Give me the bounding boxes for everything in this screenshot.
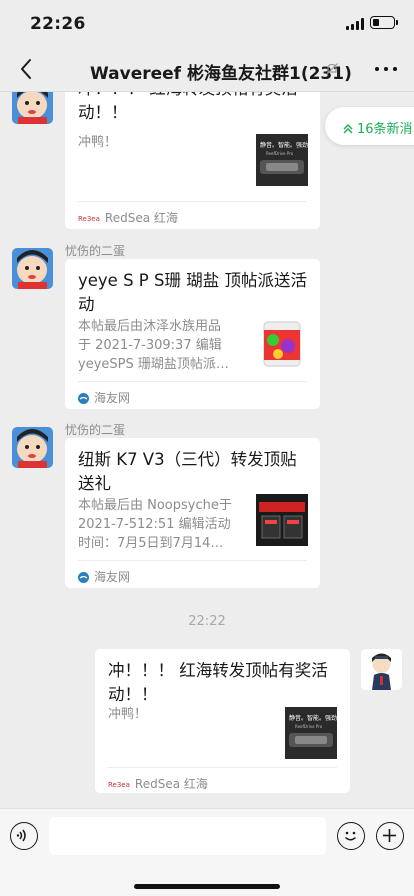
card-divider xyxy=(78,381,307,382)
plus-circle-icon xyxy=(383,829,396,842)
card-divider xyxy=(78,560,307,561)
card-desc: 于 2021-7-309:37 编辑 xyxy=(78,338,222,353)
card-divider xyxy=(78,201,307,202)
unread-messages-button[interactable]: 16条新消 xyxy=(325,107,414,145)
card-thumbnail: 静音。智能。强劲。 ReefDrive Pro xyxy=(285,707,337,759)
self-avatar[interactable] xyxy=(361,649,402,690)
card-source: Re3ea RedSea 红海 xyxy=(108,775,208,792)
card-desc: 时间：7月5日到7月14… xyxy=(78,536,224,551)
battery-level xyxy=(373,19,379,26)
card-thumbnail: 静音。智能。强劲。 ReefDrive Pro xyxy=(256,134,308,186)
link-card[interactable]: 纽斯 K7 V3（三代）转发顶贴送礼 本帖最后由 Noopsyche于 2021… xyxy=(65,438,320,588)
svg-text:静音。智能。强劲。: 静音。智能。强劲。 xyxy=(260,141,308,149)
card-desc: yeyeSPS 珊瑚盐顶帖派… xyxy=(78,357,229,372)
card-thumbnail xyxy=(258,316,306,368)
timestamp: 22:22 xyxy=(188,614,226,629)
link-card[interactable]: 冲！！！ 红海转发顶帖有奖活动！！ 冲鸭！ 静音。智能。强劲。 ReefDrive… xyxy=(65,92,320,229)
haiyou-logo-icon xyxy=(78,393,89,404)
card-source: 海友网 xyxy=(78,389,130,406)
emoji-button[interactable] xyxy=(337,822,365,850)
emoji-icon xyxy=(344,831,357,841)
home-indicator xyxy=(134,884,280,889)
signal-icon xyxy=(346,18,364,30)
status-bar: 22:26 xyxy=(0,0,414,46)
back-button[interactable] xyxy=(12,54,42,84)
card-desc: 2021-7-512:51 编辑活动 xyxy=(78,517,231,532)
card-thumbnail xyxy=(256,494,308,546)
bell-off-icon xyxy=(326,63,338,75)
nav-bar: Wavereef 彬海鱼友社群1(231) xyxy=(0,46,414,92)
card-desc: 冲鸭！ xyxy=(108,707,148,722)
svg-text:ReefDrive Pro: ReefDrive Pro xyxy=(295,724,323,729)
card-source-label: 海友网 xyxy=(94,391,131,405)
plus-button[interactable] xyxy=(376,822,404,850)
voice-button[interactable] xyxy=(10,822,38,850)
link-card[interactable]: yeye S P S珊 瑚盐 顶帖派送活动 本帖最后由沐泽水族用品 于 2021… xyxy=(65,259,320,409)
redsea-logo-icon: Re3ea xyxy=(108,780,130,789)
unread-label: 16条新消 xyxy=(357,122,413,137)
message-input[interactable] xyxy=(49,817,326,855)
double-chevron-up-icon xyxy=(343,124,353,134)
card-title: 冲！！！ 红海转发顶帖有奖活动！！ xyxy=(78,92,298,122)
chevron-left-icon xyxy=(21,59,31,79)
more-button[interactable] xyxy=(374,64,398,74)
input-bar xyxy=(0,808,414,896)
card-title: 冲！！！ 红海转发顶帖有奖活动！！ xyxy=(108,661,328,704)
card-desc: 冲鸭！ xyxy=(78,135,118,150)
svg-text:静音。智能。强劲。: 静音。智能。强劲。 xyxy=(289,714,337,722)
card-source: Re3ea RedSea 红海 xyxy=(78,209,178,226)
svg-text:ReefDrive Pro: ReefDrive Pro xyxy=(266,151,294,156)
card-title: yeye S P S珊 瑚盐 顶帖派送活动 xyxy=(78,271,307,314)
avatar[interactable] xyxy=(12,92,53,124)
chat-area[interactable]: 冲！！！ 红海转发顶帖有奖活动！！ 冲鸭！ 静音。智能。强劲。 ReefDrive… xyxy=(0,92,414,808)
sender-name: 忧伤的二蛋 xyxy=(65,423,126,437)
status-time: 22:26 xyxy=(30,14,86,34)
card-desc: 本帖最后由 Noopsyche于 xyxy=(78,498,232,513)
battery-icon xyxy=(370,16,398,29)
card-source: 海友网 xyxy=(78,568,130,585)
card-title: 纽斯 K7 V3（三代）转发顶贴送礼 xyxy=(78,450,297,493)
card-divider xyxy=(108,767,337,768)
redsea-logo-icon: Re3ea xyxy=(78,214,100,223)
link-card[interactable]: 冲！！！ 红海转发顶帖有奖活动！！ 冲鸭！ 静音。智能。强劲。 ReefDrive… xyxy=(95,649,350,793)
card-source-label: RedSea 红海 xyxy=(104,211,178,225)
card-desc: 本帖最后由沐泽水族用品 xyxy=(78,319,222,334)
haiyou-logo-icon xyxy=(78,572,89,583)
chat-title: Wavereef 彬海鱼友社群1(231) xyxy=(90,64,352,84)
sender-name: 忧伤的二蛋 xyxy=(65,244,126,258)
avatar[interactable] xyxy=(12,248,53,289)
avatar[interactable] xyxy=(12,427,53,468)
voice-icon xyxy=(16,829,26,842)
card-source-label: 海友网 xyxy=(94,570,131,584)
card-source-label: RedSea 红海 xyxy=(134,777,208,791)
